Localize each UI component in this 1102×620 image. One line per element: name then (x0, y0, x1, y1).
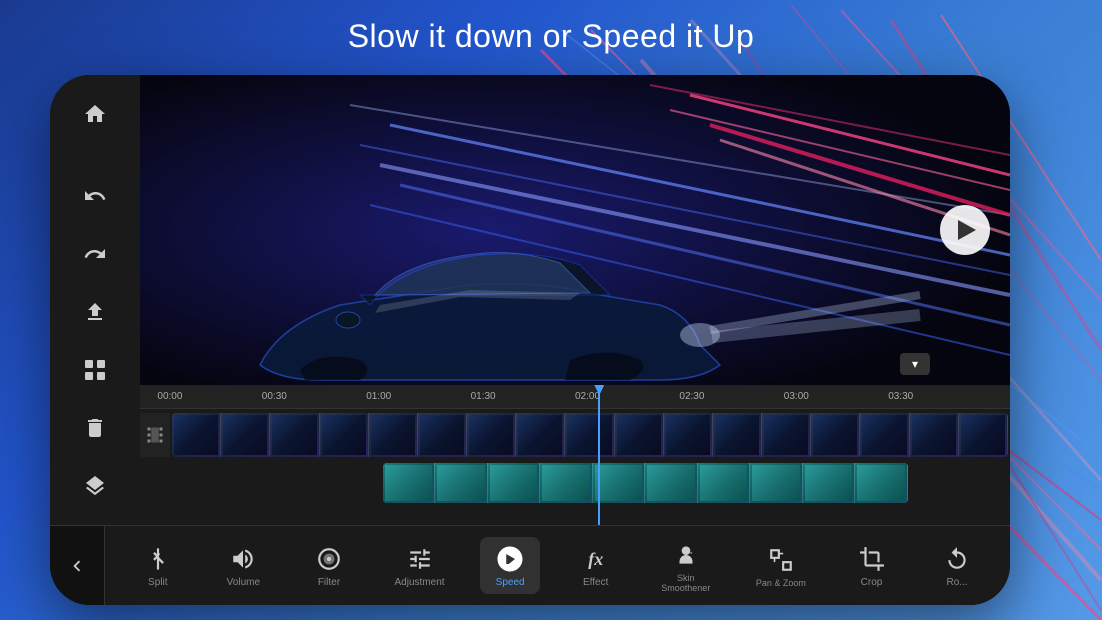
crop-label: Crop (861, 577, 883, 588)
film-cell (516, 413, 565, 457)
media-icon[interactable] (70, 345, 120, 395)
ruler-mark-5: 02:30 (679, 385, 704, 408)
film-cell (369, 413, 418, 457)
video-content: ▾ (140, 75, 1010, 385)
back-button[interactable] (50, 526, 105, 606)
layers-icon[interactable] (70, 461, 120, 511)
rotate-label: Ro... (947, 577, 968, 588)
timeline-area: 00:00 00:30 01:00 01:30 02:00 02:30 03:0… (140, 385, 1010, 525)
filter-label: Filter (318, 577, 340, 588)
adjustment-icon (404, 543, 436, 575)
toolbar-item-rotate[interactable]: Ro... (927, 537, 987, 594)
film-cell (811, 413, 860, 457)
pan-zoom-label: Pan & Zoom (756, 578, 806, 588)
film-cell (664, 413, 713, 457)
speed-icon (494, 543, 526, 575)
split-label: Split (148, 577, 167, 588)
film-cell (320, 413, 369, 457)
header: Slow it down or Speed it Up (0, 18, 1102, 55)
film-cell (221, 413, 270, 457)
toolbar-item-pan-zoom[interactable]: Pan & Zoom (746, 538, 816, 594)
speed-track[interactable] (174, 463, 1008, 503)
bottom-toolbar: Split Volume (50, 525, 1010, 605)
effect-icon: fx (580, 543, 612, 575)
volume-label: Volume (227, 577, 260, 588)
film-cell (418, 413, 467, 457)
pan-zoom-icon (765, 544, 797, 576)
ruler-mark-6: 03:00 (784, 385, 809, 408)
video-track[interactable] (172, 413, 1008, 457)
film-cell (910, 413, 959, 457)
toolbar-items: Split Volume (105, 533, 1010, 599)
adjustment-label: Adjustment (395, 577, 445, 588)
toolbar-item-skin[interactable]: SkinSmoothener (651, 533, 720, 599)
home-icon[interactable] (70, 89, 120, 139)
delete-icon[interactable] (70, 403, 120, 453)
redo-icon[interactable] (70, 229, 120, 279)
speed-label: Speed (496, 577, 525, 588)
skin-icon (670, 539, 702, 571)
ruler-mark-0: 00:00 (157, 385, 182, 408)
toolbar-item-crop[interactable]: Crop (842, 537, 902, 594)
toolbar-item-split[interactable]: Split (128, 537, 188, 594)
dropdown-button[interactable]: ▾ (900, 353, 930, 375)
film-cell (959, 413, 1008, 457)
toolbar-item-speed[interactable]: Speed (480, 537, 540, 594)
sidebar (50, 75, 140, 525)
ruler-mark-2: 01:00 (366, 385, 391, 408)
playhead[interactable] (598, 385, 600, 525)
phone-frame: ▾ 00:00 00:30 01:00 01:30 02:00 02:30 03… (50, 75, 1010, 605)
toolbar-item-adjustment[interactable]: Adjustment (385, 537, 455, 594)
ruler-mark-1: 00:30 (262, 385, 287, 408)
ruler-mark-3: 01:30 (471, 385, 496, 408)
volume-icon (227, 543, 259, 575)
film-cell (172, 413, 221, 457)
video-area: ▾ (140, 75, 1010, 385)
crop-icon (856, 543, 888, 575)
film-cell (270, 413, 319, 457)
toolbar-item-volume[interactable]: Volume (213, 537, 273, 594)
film-cell (860, 413, 909, 457)
skin-label: SkinSmoothener (661, 573, 710, 593)
effect-label: Effect (583, 577, 608, 588)
speed-track-container (172, 463, 1010, 503)
film-cell (565, 413, 614, 457)
filter-icon (313, 543, 345, 575)
toolbar-item-effect[interactable]: fx Effect (566, 537, 626, 594)
film-cell (713, 413, 762, 457)
rotate-icon (941, 543, 973, 575)
play-button[interactable] (940, 205, 990, 255)
toolbar-item-filter[interactable]: Filter (299, 537, 359, 594)
header-title: Slow it down or Speed it Up (348, 18, 755, 54)
split-icon (142, 543, 174, 575)
export-icon[interactable] (70, 287, 120, 337)
timeline-ruler: 00:00 00:30 01:00 01:30 02:00 02:30 03:0… (140, 385, 1010, 409)
ruler-marks: 00:00 00:30 01:00 01:30 02:00 02:30 03:0… (140, 385, 1010, 408)
film-cell (762, 413, 811, 457)
ruler-mark-7: 03:30 (888, 385, 913, 408)
video-track-container (140, 409, 1010, 461)
undo-icon[interactable] (70, 171, 120, 221)
film-cell (467, 413, 516, 457)
film-cell (615, 413, 664, 457)
